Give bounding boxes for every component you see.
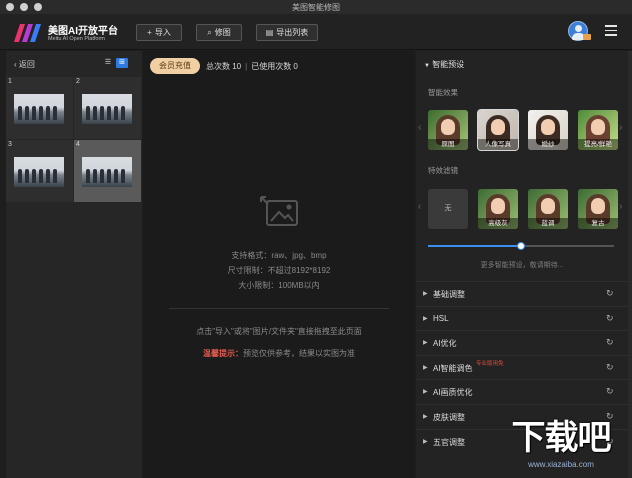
section-label: AI优化 [433,339,457,349]
caret-right-icon: ▶ [423,389,428,396]
list-view-icon[interactable]: ☰ [102,58,114,68]
reset-icon[interactable]: ↻ [606,313,614,324]
scrollbar[interactable] [628,51,632,478]
thumbnail-panel: ‹ 返回 ☰ ⊞ 1 2 3 4 [6,51,142,478]
reset-icon[interactable]: ↻ [606,362,614,373]
caret-right-icon: ▶ [423,291,428,297]
size-limit: 尺寸限制：不超过8192*8192 [227,266,331,275]
effect-original[interactable]: 原图 [428,110,468,150]
group-photo-image [14,94,64,124]
caret-right-icon: ▶ [423,364,428,371]
pro-badge: 专业版用免 [476,360,504,367]
reset-icon[interactable]: ↻ [606,288,614,299]
section-label: 皮肤调整 [433,413,465,422]
thumbnail-4[interactable]: 4 [74,140,141,202]
image-upload-icon [260,196,298,226]
watermark-logo: 下载吧 [511,418,612,458]
more-presets-tip: 更多智能预设，敬请期待... [480,262,564,269]
section-row[interactable]: ▶ AI优化 ↻ [416,330,628,354]
filter-none[interactable]: 无 [428,189,468,229]
section-row[interactable]: ▶ AI画质优化 ↻ [416,379,628,403]
app-header: 美图AI开放平台 Meitu AI Open Platform + 导入 ⌕ 修… [0,14,632,50]
section-row[interactable]: ▶ AI智能调色 专业版用免 ↻ [416,354,628,379]
meitu-logo-icon [14,24,41,42]
magic-wand-icon: ⌕ [207,27,212,37]
drag-hint: 点击"导入"或将"图片/文件夹"直接拖拽至此页面 [196,327,362,336]
vip-badge-icon [583,34,591,40]
view-toggle: ☰ ⊞ [102,58,128,68]
chevron-left-icon: ‹ [14,60,17,69]
section-row[interactable]: ▶ HSL ↻ [416,305,628,330]
watermark-url: www.xiazaiba.com [528,460,594,469]
supported-formats: 支持格式：raw、jpg、bmp [231,251,327,260]
caret-right-icon: ▶ [423,414,428,420]
section-label: AI画质优化 [433,388,473,398]
used-count: 已使用次数 0 [251,62,298,71]
reset-icon[interactable]: ↻ [606,386,614,397]
caret-down-icon: ▼ [424,63,430,69]
caret-right-icon: ▶ [423,315,428,322]
plus-icon: + [147,28,152,37]
export-icon: ▤ [265,28,274,37]
thumbnail-3[interactable]: 3 [6,140,73,202]
section-label: 基础调整 [433,290,465,299]
effect-wedding[interactable]: 婚纱 [528,110,568,150]
logo-title: 美图AI开放平台 [48,26,118,37]
filter-gray[interactable]: 高级灰 [478,189,518,229]
drop-zone[interactable]: 会员充值 总次数 10 | 已使用次数 0 支持格式：raw、jpg、bmp 尺寸限… [143,51,415,478]
watermark: 下载吧 www.xiazaiba.com [494,418,628,476]
title-bar: 美图智能修图 [0,0,632,14]
effect-portrait[interactable]: 人像写真 [477,109,519,151]
smart-preset-header[interactable]: ▼ 智能预设 [424,59,464,70]
section-label: HSL [433,313,449,323]
filters-label: 特效滤镜 [428,166,458,175]
user-avatar[interactable] [568,21,591,41]
usage-counts: 总次数 10 | 已使用次数 0 [206,62,298,71]
chevron-right-icon[interactable]: › [619,122,622,133]
filter-retro[interactable]: 复古 [578,189,618,229]
import-button[interactable]: + 导入 [136,24,182,41]
adjustment-panel: ▼ 智能预设 智能效果 ‹ 原图 人像写真 婚纱 提亮/鲜艳 › 特效滤镜 ‹ … [416,51,628,478]
warm-tip: 温馨提示：预览仅供参考，结果以实图为准 [203,349,355,358]
group-photo-image [14,157,64,187]
back-button[interactable]: ‹ 返回 [14,59,35,70]
section-label: AI智能调色 [433,363,473,373]
retouch-label: 修图 [214,28,231,37]
group-photo-image [82,157,132,187]
slider-handle[interactable] [517,242,525,250]
grid-view-icon[interactable]: ⊞ [116,58,128,68]
thumbnail-2[interactable]: 2 [74,77,141,139]
thumbnail-1[interactable]: 1 [6,77,73,139]
caret-right-icon: ▶ [423,438,428,445]
filter-blue[interactable]: 蓝调 [528,189,568,229]
reset-icon[interactable]: ↻ [606,337,614,348]
retouch-button[interactable]: ⌕ 修图 [196,24,242,41]
effect-brighten[interactable]: 提亮/鲜艳 [578,110,618,150]
section-label: 五官调整 [433,437,465,447]
divider [169,308,389,309]
intensity-slider[interactable] [428,242,614,250]
member-recharge-button[interactable]: 会员充值 [150,58,200,74]
chevron-left-icon[interactable]: ‹ [418,122,421,133]
export-list-label: 导出列表 [276,28,309,37]
caret-right-icon: ▶ [423,340,428,347]
chevron-right-icon[interactable]: › [619,201,622,212]
chevron-left-icon[interactable]: ‹ [418,201,421,212]
export-list-button[interactable]: ▤ 导出列表 [256,24,318,41]
logo-subtitle: Meitu AI Open Platform [48,36,105,42]
section-row[interactable]: ▶ 基础调整 ↻ [416,281,628,305]
group-photo-image [82,94,132,124]
file-size-limit: 大小限制：100MB以内 [238,281,320,290]
import-label: 导入 [154,28,171,37]
total-count: 总次数 10 [206,62,242,71]
menu-icon[interactable] [605,25,617,36]
window-title: 美图智能修图 [292,3,340,12]
smart-effects-label: 智能效果 [428,88,458,97]
